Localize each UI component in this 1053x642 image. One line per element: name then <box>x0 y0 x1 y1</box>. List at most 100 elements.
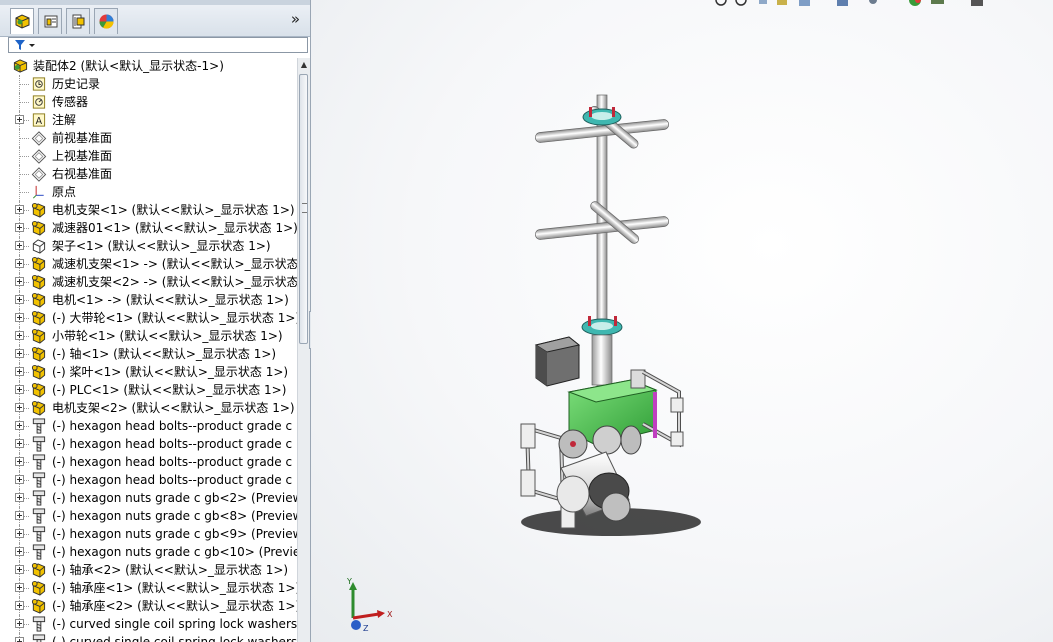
tree-item[interactable]: (-) 轴承座<2> (默认<<默认>_显示状态 1>) <box>0 597 297 615</box>
tree-item[interactable]: (-) hexagon nuts grade c gb<10> (Preview <box>0 543 297 561</box>
small-pulley <box>592 425 622 455</box>
tree-item[interactable]: 电机<1> -> (默认<<默认>_显示状态 1>) <box>0 291 297 309</box>
tree-filter-field[interactable] <box>8 37 308 53</box>
tree-item[interactable]: 小带轮<1> (默认<<默认>_显示状态 1>) <box>0 327 297 345</box>
bolt-icon <box>32 526 46 542</box>
expand-toggle-icon[interactable] <box>15 421 24 430</box>
property-manager-tab[interactable] <box>38 8 62 34</box>
history-icon <box>32 77 46 91</box>
tree-item[interactable]: (-) curved single coil spring lock washe… <box>0 633 297 642</box>
expand-toggle-icon[interactable] <box>15 367 24 376</box>
tree-item-label: 上视基准面 <box>52 149 113 163</box>
tree-item-label: 前视基准面 <box>52 131 113 145</box>
expand-toggle-icon[interactable] <box>15 403 24 412</box>
tree-item[interactable]: (-) curved single coil spring lock washe… <box>0 615 297 633</box>
tree-item[interactable]: 减速机支架<2> -> (默认<<默认>_显示状态 <box>0 273 297 291</box>
tree-item-label: (-) 轴承座<2> (默认<<默认>_显示状态 1>) <box>52 599 297 613</box>
bolt-icon <box>32 436 46 452</box>
tree-item[interactable]: 原点 <box>0 183 297 201</box>
tree-item-label: 装配体2 (默认<默认_显示状态-1>) <box>33 59 224 73</box>
expand-toggle-icon[interactable] <box>15 457 24 466</box>
tree-item[interactable]: (-) hexagon head bolts--product grade c <box>0 417 297 435</box>
expand-toggle-icon[interactable] <box>15 115 24 124</box>
expand-toggle-icon[interactable] <box>15 241 24 250</box>
tree-item[interactable]: (-) hexagon nuts grade c gb<8> (Preview <box>0 507 297 525</box>
expand-toggle-icon[interactable] <box>15 259 24 268</box>
expand-toggle-icon[interactable] <box>15 349 24 358</box>
tree-item[interactable]: (-) 大带轮<1> (默认<<默认>_显示状态 1>) <box>0 309 297 327</box>
tree-item[interactable]: 历史记录 <box>0 75 297 93</box>
tree-item[interactable]: 上视基准面 <box>0 147 297 165</box>
configuration-manager-tab[interactable] <box>66 8 90 34</box>
triad-x-axis <box>352 612 380 620</box>
bolt-icon <box>32 544 46 560</box>
tree-item[interactable]: 装配体2 (默认<默认_显示状态-1>) <box>0 57 297 75</box>
expand-toggle-icon[interactable] <box>15 529 24 538</box>
expand-toggle-icon[interactable] <box>15 331 24 340</box>
graphics-viewport[interactable]: Y X Z <box>311 0 1053 642</box>
bolt-icon <box>32 472 46 488</box>
expand-toggle-icon[interactable] <box>15 583 24 592</box>
scroll-up-icon[interactable]: ▲ <box>298 58 310 72</box>
expand-toggle-icon[interactable] <box>15 385 24 394</box>
expand-toggle-icon[interactable] <box>15 295 24 304</box>
tree-item[interactable]: (-) hexagon nuts grade c gb<9> (Preview <box>0 525 297 543</box>
tree-item[interactable]: 减速机支架<1> -> (默认<<默认>_显示状态 <box>0 255 297 273</box>
tree-item[interactable]: (-) hexagon head bolts--product grade c <box>0 471 297 489</box>
expand-toggle-icon[interactable] <box>15 205 24 214</box>
expand-toggle-icon[interactable] <box>15 637 24 642</box>
tree-item[interactable]: (-) 桨叶<1> (默认<<默认>_显示状态 1>) <box>0 363 297 381</box>
tree-item[interactable]: 架子<1> (默认<<默认>_显示状态 1>) <box>0 237 297 255</box>
tree-item[interactable]: (-) hexagon head bolts--product grade c <box>0 453 297 471</box>
expand-toggle-icon[interactable] <box>15 223 24 232</box>
tree-item[interactable]: (-) 轴承<2> (默认<<默认>_显示状态 1>) <box>0 561 297 579</box>
tree-guide-branch <box>19 192 29 193</box>
display-manager-tab[interactable] <box>94 8 118 34</box>
top-flange <box>582 107 622 126</box>
expand-toggle-icon[interactable] <box>15 511 24 520</box>
tree-item[interactable]: (-) 轴<1> (默认<<默认>_显示状态 1>) <box>0 345 297 363</box>
tree-item[interactable]: 右视基准面 <box>0 165 297 183</box>
feature-manager-tab[interactable] <box>10 8 34 34</box>
tree-item[interactable]: A 注解 <box>0 111 297 129</box>
triad-x-arrow-icon <box>377 610 385 618</box>
tree-item-label: 电机支架<2> (默认<<默认>_显示状态 1>) <box>52 401 295 415</box>
tree-item[interactable]: 传感器 <box>0 93 297 111</box>
expand-panel-arrow-icon[interactable]: » <box>291 10 300 28</box>
pulley-bolt <box>570 441 576 447</box>
expand-toggle-icon[interactable] <box>15 313 24 322</box>
tree-item[interactable]: 电机支架<2> (默认<<默认>_显示状态 1>) <box>0 399 297 417</box>
tree-item-label: (-) hexagon nuts grade c gb<10> (Preview <box>52 545 297 559</box>
panel-tab-bar: » <box>0 0 310 37</box>
tree-item[interactable]: 减速器01<1> (默认<<默认>_显示状态 1>) <box>0 219 297 237</box>
coupling-tube <box>591 334 613 386</box>
triad-z-axis-icon <box>351 620 361 630</box>
expand-toggle-icon[interactable] <box>15 475 24 484</box>
tree-item-label: 小带轮<1> (默认<<默认>_显示状态 1>) <box>52 329 283 343</box>
tree-scrollbar[interactable]: ▲ <box>297 58 310 642</box>
tree-item-label: 电机支架<1> (默认<<默认>_显示状态 1>) <box>52 203 295 217</box>
tree-item[interactable]: 电机支架<1> (默认<<默认>_显示状态 1>) <box>0 201 297 219</box>
tree-item-label: (-) hexagon nuts grade c gb<8> (Preview <box>52 509 297 523</box>
part-icon <box>31 328 46 344</box>
tree-item[interactable]: 前视基准面 <box>0 129 297 147</box>
expand-toggle-icon[interactable] <box>15 601 24 610</box>
expand-toggle-icon[interactable] <box>15 439 24 448</box>
part-icon <box>31 364 46 380</box>
tree-item[interactable]: (-) PLC<1> (默认<<默认>_显示状态 1>) <box>0 381 297 399</box>
wheel-front <box>601 492 631 522</box>
tree-guide-branch <box>19 138 29 139</box>
expand-toggle-icon[interactable] <box>15 493 24 502</box>
scroll-thumb[interactable] <box>299 74 308 344</box>
bolt-icon <box>32 616 46 632</box>
tree-guide-branch <box>19 174 29 175</box>
tree-item[interactable]: (-) 轴承座<1> (默认<<默认>_显示状态 1>) <box>0 579 297 597</box>
tree-item[interactable]: (-) hexagon nuts grade c gb<2> (Preview <box>0 489 297 507</box>
tree-item[interactable]: (-) hexagon head bolts--product grade c <box>0 435 297 453</box>
expand-toggle-icon[interactable] <box>15 619 24 628</box>
expand-toggle-icon[interactable] <box>15 277 24 286</box>
assembly-model[interactable] <box>311 0 1053 642</box>
expand-toggle-icon[interactable] <box>15 547 24 556</box>
expand-toggle-icon[interactable] <box>15 565 24 574</box>
filter-icon <box>15 40 35 50</box>
